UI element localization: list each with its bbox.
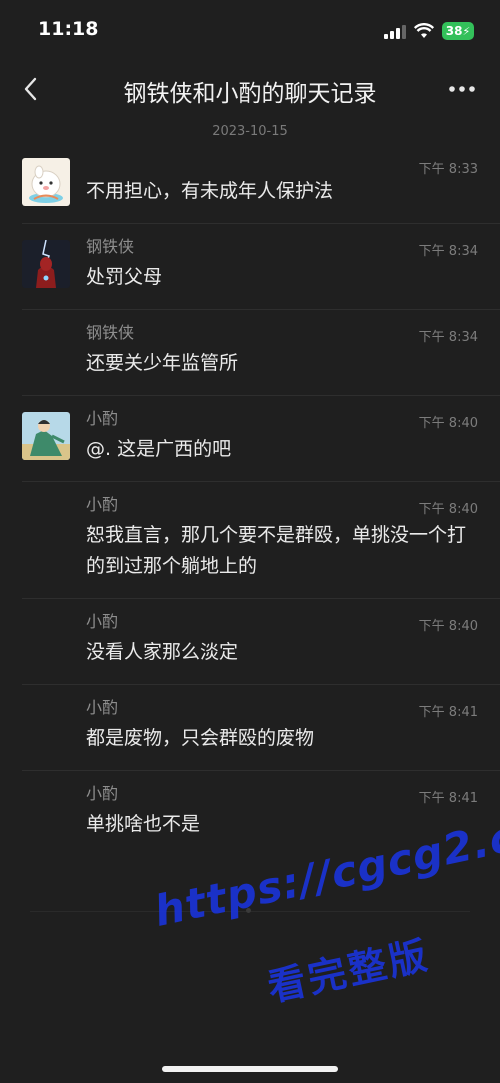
message-text: 都是废物，只会群殴的废物 [86,727,315,749]
status-bar: 11:18 38 ⚡ [0,0,500,62]
message-item[interactable]: 小酌 下午 8:40 @. 这是广西的吧 [22,395,500,481]
message-item[interactable]: 钢铁侠 下午 8:34 还要关少年监管所 [22,309,500,395]
message-text: 还要关少年监管所 [86,352,239,374]
message-time: 下午 8:40 [418,416,478,431]
nav-bar: 钢铁侠和小酌的聊天记录 [0,62,500,118]
message-item[interactable]: 小酌 下午 8:40 没看人家那么淡定 [22,598,500,684]
message-time: 下午 8:41 [418,791,478,806]
battery-icon: 38 ⚡ [442,22,474,40]
message-time: 下午 8:41 [418,705,478,720]
wifi-icon [414,23,434,38]
message-time: 下午 8:40 [418,502,478,517]
message-text: @. 这是广西的吧 [86,438,232,460]
message-time: 下午 8:34 [418,330,478,345]
message-text: 处罚父母 [86,266,163,288]
message-item[interactable]: 钢铁侠 下午 8:34 处罚父母 [22,223,500,309]
ironman-avatar-icon [22,240,70,288]
home-indicator [162,1066,338,1072]
message-time: 下午 8:33 [418,162,478,177]
more-icon[interactable] [444,76,480,102]
battery-level: 38 [445,24,463,38]
cartoon-avatar-icon [22,158,70,206]
status-time: 11:18 [38,18,99,40]
message-text: 恕我直言，那几个要不是群殴，单挑没一个打的到过那个躺地上的 [86,524,467,577]
watermark-text: 看完整版 [263,932,434,1010]
message-list: 下午 8:33 不用担心，有未成年人保护法 钢铁侠 下午 8:34 处罚父母 钢… [0,142,500,856]
message-item[interactable]: 小酌 下午 8:41 都是废物，只会群殴的废物 [22,684,500,770]
avatar[interactable] [22,412,70,460]
signal-icon [384,23,406,39]
anime-avatar-icon [22,412,70,460]
avatar[interactable] [22,158,70,206]
avatar[interactable] [22,240,70,288]
message-time: 下午 8:34 [418,244,478,259]
date-header: 2023-10-15 [212,124,288,139]
page-title: 钢铁侠和小酌的聊天记录 [123,81,377,107]
status-icons: 38 ⚡ [384,20,474,42]
message-time: 下午 8:40 [418,619,478,634]
message-item[interactable]: 小酌 下午 8:40 恕我直言，那几个要不是群殴，单挑没一个打的到过那个躺地上的 [22,481,500,598]
message-text: 不用担心，有未成年人保护法 [86,180,334,202]
message-item[interactable]: 下午 8:33 不用担心，有未成年人保护法 [22,142,500,223]
message-text: 没看人家那么淡定 [86,641,239,663]
